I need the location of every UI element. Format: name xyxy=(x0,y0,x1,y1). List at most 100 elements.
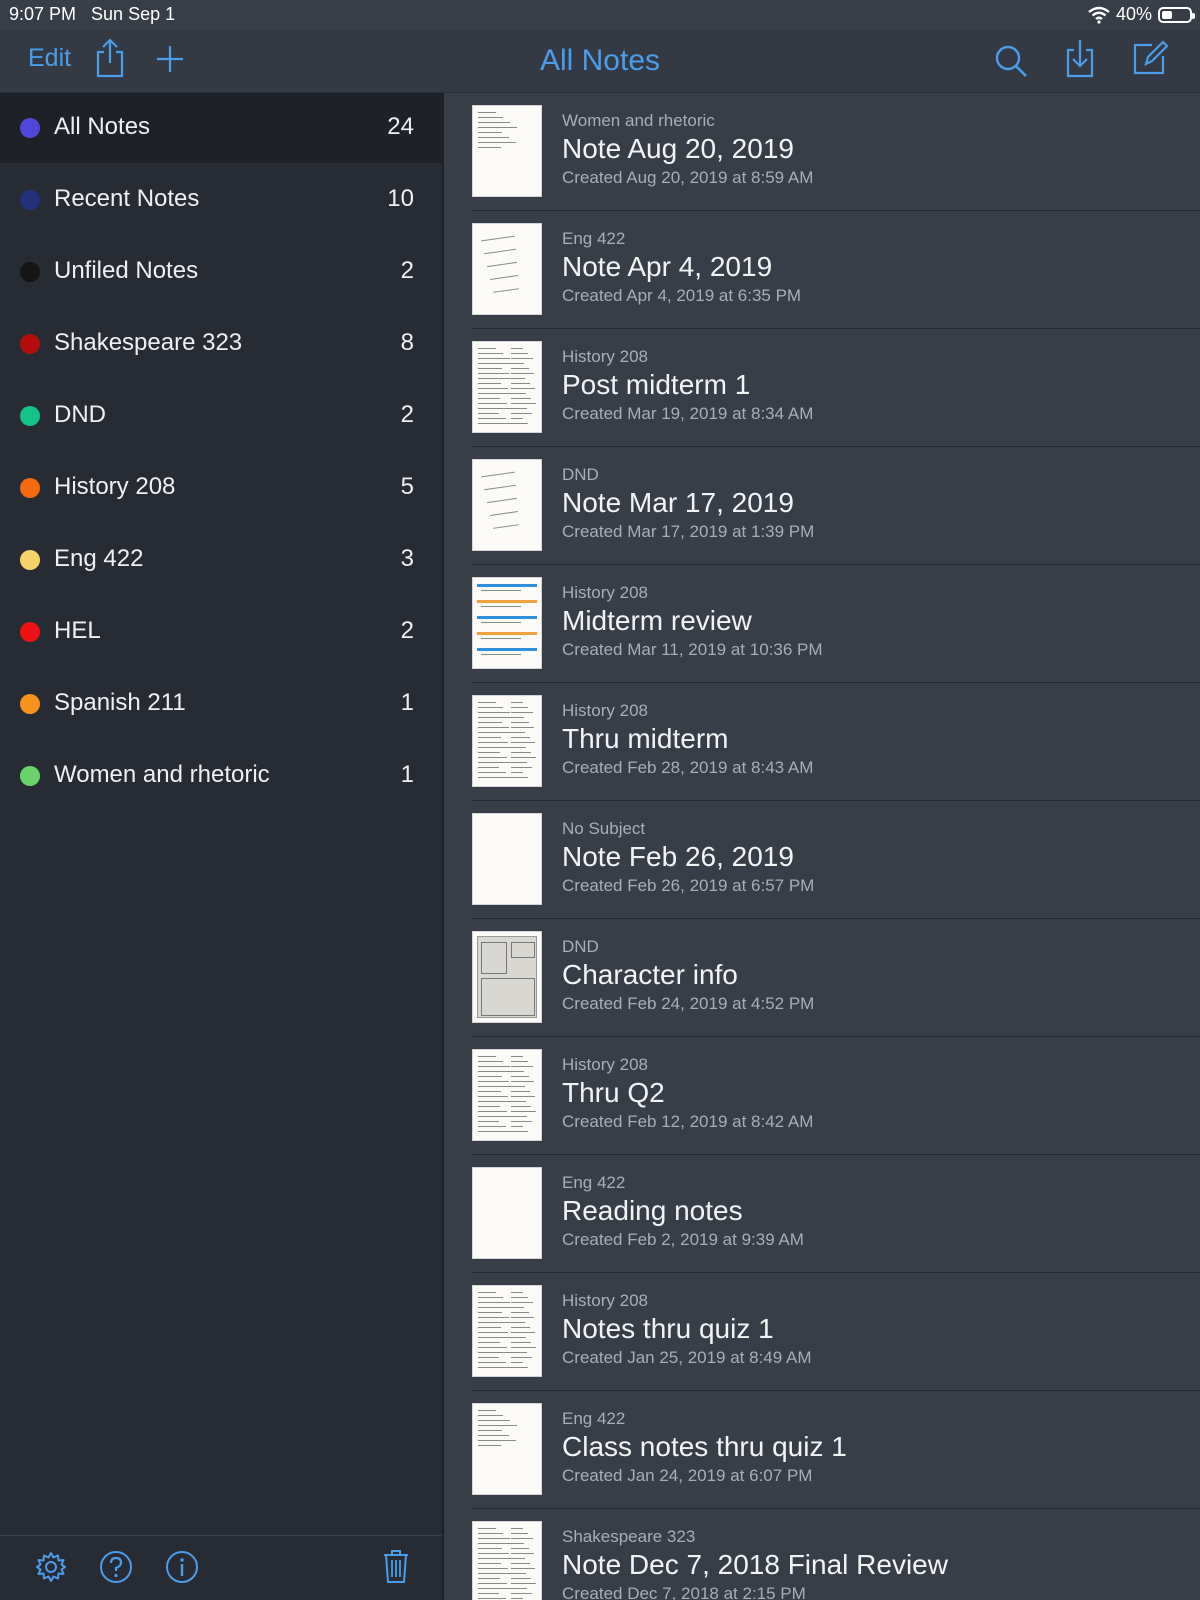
note-row[interactable]: Shakespeare 323 Note Dec 7, 2018 Final Re… xyxy=(444,1509,1200,1600)
note-subject: Women and rhetoric xyxy=(562,111,715,130)
note-row[interactable]: History 208 Notes thru quiz 1 Created Jan … xyxy=(444,1273,1200,1391)
search-icon[interactable] xyxy=(994,44,1028,78)
trash-icon[interactable] xyxy=(382,1548,410,1584)
note-subject: History 208 xyxy=(562,1055,648,1074)
note-row[interactable]: History 208 Midterm review Created Mar 11,… xyxy=(444,565,1200,683)
gear-icon[interactable] xyxy=(34,1550,68,1584)
subject-color-dot xyxy=(20,262,40,282)
sidebar-item[interactable]: Unfiled Notes 2 xyxy=(0,237,442,307)
navigation-bar: Edit All Notes xyxy=(0,30,1200,93)
note-created-date: Created Mar 11, 2019 at 10:36 PM xyxy=(562,640,823,659)
note-created-date: Created Feb 2, 2019 at 9:39 AM xyxy=(562,1230,804,1249)
wifi-icon xyxy=(1088,6,1110,24)
sidebar-item[interactable]: HEL 2 xyxy=(0,597,442,667)
sidebar-item-count: 3 xyxy=(400,545,414,572)
subject-color-dot xyxy=(20,478,40,498)
note-thumbnail xyxy=(472,1285,542,1377)
note-created-date: Created Aug 20, 2019 at 8:59 AM xyxy=(562,168,814,187)
help-icon[interactable] xyxy=(99,1550,133,1584)
subject-color-dot xyxy=(20,550,40,570)
subject-color-dot xyxy=(20,190,40,210)
note-title: Character info xyxy=(562,959,738,990)
note-thumbnail xyxy=(472,695,542,787)
note-title: Midterm review xyxy=(562,605,752,636)
sidebar-item[interactable]: Eng 422 3 xyxy=(0,525,442,595)
sidebar-item-count: 2 xyxy=(400,257,414,284)
sidebar-item[interactable]: History 208 5 xyxy=(0,453,442,523)
note-subject: Eng 422 xyxy=(562,1173,626,1192)
note-row[interactable]: History 208 Post midterm 1 Created Mar 19,… xyxy=(444,329,1200,447)
note-thumbnail xyxy=(472,1403,542,1495)
sidebar-item-count: 8 xyxy=(400,329,414,356)
note-subject: DND xyxy=(562,465,599,484)
note-subject: History 208 xyxy=(562,583,648,602)
note-subject: History 208 xyxy=(562,1291,648,1310)
subject-color-dot xyxy=(20,622,40,642)
note-subject: Shakespeare 323 xyxy=(562,1527,696,1546)
sidebar-item-label: Spanish 211 xyxy=(54,689,186,716)
note-thumbnail xyxy=(472,1167,542,1259)
subject-color-dot xyxy=(20,694,40,714)
note-row[interactable]: History 208 Thru Q2 Created Feb 12, 2019 a… xyxy=(444,1037,1200,1155)
sidebar-item-label: Women and rhetoric xyxy=(54,761,270,788)
note-created-date: Created Jan 25, 2019 at 8:49 AM xyxy=(562,1348,812,1367)
sidebar-item-label: All Notes xyxy=(54,113,151,140)
sidebar-item-label: Recent Notes xyxy=(54,185,200,212)
note-created-date: Created Mar 19, 2019 at 8:34 AM xyxy=(562,404,814,423)
note-title: Notes thru quiz 1 xyxy=(562,1313,774,1344)
note-row[interactable]: DND Character info Created Feb 24, 2019 at… xyxy=(444,919,1200,1037)
sidebar-item[interactable]: Women and rhetoric 1 xyxy=(0,741,442,811)
note-title: Note Dec 7, 2018 Final Review xyxy=(562,1549,948,1580)
note-title: Thru midterm xyxy=(562,723,729,754)
import-icon[interactable] xyxy=(1064,38,1096,78)
note-row[interactable]: History 208 Thru midterm Created Feb 28, 2… xyxy=(444,683,1200,801)
sidebar-item[interactable]: Shakespeare 323 8 xyxy=(0,309,442,379)
sidebar-toolbar xyxy=(0,1535,442,1600)
note-title: Reading notes xyxy=(562,1195,743,1226)
info-icon[interactable] xyxy=(165,1550,199,1584)
note-row[interactable]: Eng 422 Note Apr 4, 2019 Created Apr 4, 20… xyxy=(444,211,1200,329)
note-thumbnail xyxy=(472,105,542,197)
note-row[interactable]: No Subject Note Feb 26, 2019 Created Feb 2… xyxy=(444,801,1200,919)
subject-color-dot xyxy=(20,334,40,354)
note-subject: No Subject xyxy=(562,819,646,838)
battery-fill xyxy=(1162,10,1173,19)
sidebar-item-label: HEL xyxy=(54,617,101,644)
note-row[interactable]: DND Note Mar 17, 2019 Created Mar 17, 2019… xyxy=(444,447,1200,565)
compose-icon[interactable] xyxy=(1132,40,1168,76)
note-thumbnail xyxy=(472,1049,542,1141)
note-thumbnail xyxy=(472,1521,542,1600)
sidebar-item-label: Shakespeare 323 xyxy=(54,329,243,356)
sidebar-item[interactable]: All Notes 24 xyxy=(0,93,442,163)
note-row[interactable]: Women and rhetoric Note Aug 20, 2019 Creat… xyxy=(444,93,1200,211)
note-created-date: Created Jan 24, 2019 at 6:07 PM xyxy=(562,1466,813,1485)
note-title: Post midterm 1 xyxy=(562,369,751,400)
sidebar-item-count: 10 xyxy=(387,185,414,212)
status-time: 9:07 PM Sun Sep 1 xyxy=(9,4,176,24)
subject-color-dot xyxy=(20,118,40,138)
notes-list: Women and rhetoric Note Aug 20, 2019 Creat… xyxy=(444,93,1200,1600)
battery-icon xyxy=(1158,6,1195,23)
note-thumbnail xyxy=(472,577,542,669)
sidebar-item-label: Eng 422 xyxy=(54,545,144,572)
battery-percent: 40% xyxy=(1115,4,1152,24)
note-row[interactable]: Eng 422 Class notes thru quiz 1 Created Ja… xyxy=(444,1391,1200,1509)
subject-color-dot xyxy=(20,766,40,786)
note-created-date: Created Feb 26, 2019 at 6:57 PM xyxy=(562,876,815,895)
sidebar-item-count: 5 xyxy=(400,473,414,500)
note-subject: History 208 xyxy=(562,701,648,720)
note-title: Class notes thru quiz 1 xyxy=(562,1431,847,1462)
note-subject: History 208 xyxy=(562,347,648,366)
sidebar-item-count: 1 xyxy=(400,689,414,716)
sidebar-item-count: 2 xyxy=(400,617,414,644)
sidebar-item-count: 1 xyxy=(400,761,414,788)
note-thumbnail xyxy=(472,341,542,433)
note-subject: DND xyxy=(562,937,599,956)
sidebar-item[interactable]: Recent Notes 10 xyxy=(0,165,442,235)
note-title: Thru Q2 xyxy=(562,1077,665,1108)
sidebar-item[interactable]: Spanish 211 1 xyxy=(0,669,442,739)
note-row[interactable]: Eng 422 Reading notes Created Feb 2, 2019 … xyxy=(444,1155,1200,1273)
note-subject: Eng 422 xyxy=(562,1409,626,1428)
sidebar-item[interactable]: DND 2 xyxy=(0,381,442,451)
note-thumbnail xyxy=(472,223,542,315)
